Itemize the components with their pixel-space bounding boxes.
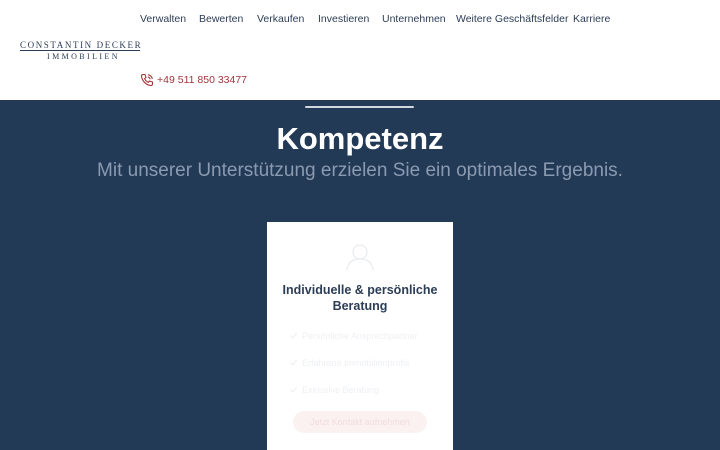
company-logo[interactable]: CONSTANTIN DECKER IMMOBILIEN xyxy=(20,40,143,62)
hero-section: Kompetenz Mit unserer Unterstützung erzi… xyxy=(0,100,720,450)
main-nav: Verwalten Bewerten Verkaufen Investieren… xyxy=(0,13,720,27)
check-icon xyxy=(289,359,298,366)
phone-link[interactable]: +49 511 850 33477 xyxy=(139,71,247,89)
list-item: Erfahrene Immobilienprofis xyxy=(289,349,439,376)
list-item-label: Persönliche Ansprechpartner xyxy=(302,330,418,341)
contact-button[interactable]: Jetzt Kontakt aufnehmen xyxy=(293,411,427,433)
nav-item-verkaufen[interactable]: Verkaufen xyxy=(257,13,304,25)
people-icon xyxy=(346,244,374,271)
logo-wordmark: CONSTANTIN DECKER xyxy=(20,40,143,50)
card-title: Individuelle & persönliche Beratung xyxy=(267,282,453,314)
contact-button-label: Jetzt Kontakt aufnehmen xyxy=(310,417,410,427)
card-title-line-2: Beratung xyxy=(332,299,388,313)
card-feature-list: Persönliche Ansprechpartner Erfahrene Im… xyxy=(289,322,439,403)
card-title-line-1: Individuelle & persönliche xyxy=(282,283,438,297)
hero-title: Kompetenz xyxy=(276,121,444,156)
list-item-label: Exklusive Beratung xyxy=(302,384,380,395)
nav-item-verwalten[interactable]: Verwalten xyxy=(140,13,186,25)
check-icon xyxy=(289,332,298,339)
list-item: Exklusive Beratung xyxy=(289,376,439,403)
nav-item-karriere[interactable]: Karriere xyxy=(573,13,610,25)
nav-item-weitere-geschaeftsfelder[interactable]: Weitere Geschäftsfelder xyxy=(456,13,568,25)
phone-icon xyxy=(140,73,154,87)
nav-item-bewerten[interactable]: Bewerten xyxy=(199,13,243,25)
service-card: Individuelle & persönliche Beratung Pers… xyxy=(267,222,453,450)
logo-divider xyxy=(20,50,140,51)
hero-subtitle: Mit unserer Unterstützung erzielen Sie e… xyxy=(97,160,623,181)
list-item: Persönliche Ansprechpartner xyxy=(289,322,439,349)
phone-number: +49 511 850 33477 xyxy=(157,74,248,86)
logo-subline: IMMOBILIEN xyxy=(47,52,120,61)
check-icon xyxy=(289,386,298,393)
hero-divider xyxy=(305,106,414,108)
site-header: Verwalten Bewerten Verkaufen Investieren… xyxy=(0,0,720,100)
list-item-label: Erfahrene Immobilienprofis xyxy=(302,357,410,368)
nav-item-investieren[interactable]: Investieren xyxy=(318,13,369,25)
nav-item-unternehmen[interactable]: Unternehmen xyxy=(382,13,446,25)
